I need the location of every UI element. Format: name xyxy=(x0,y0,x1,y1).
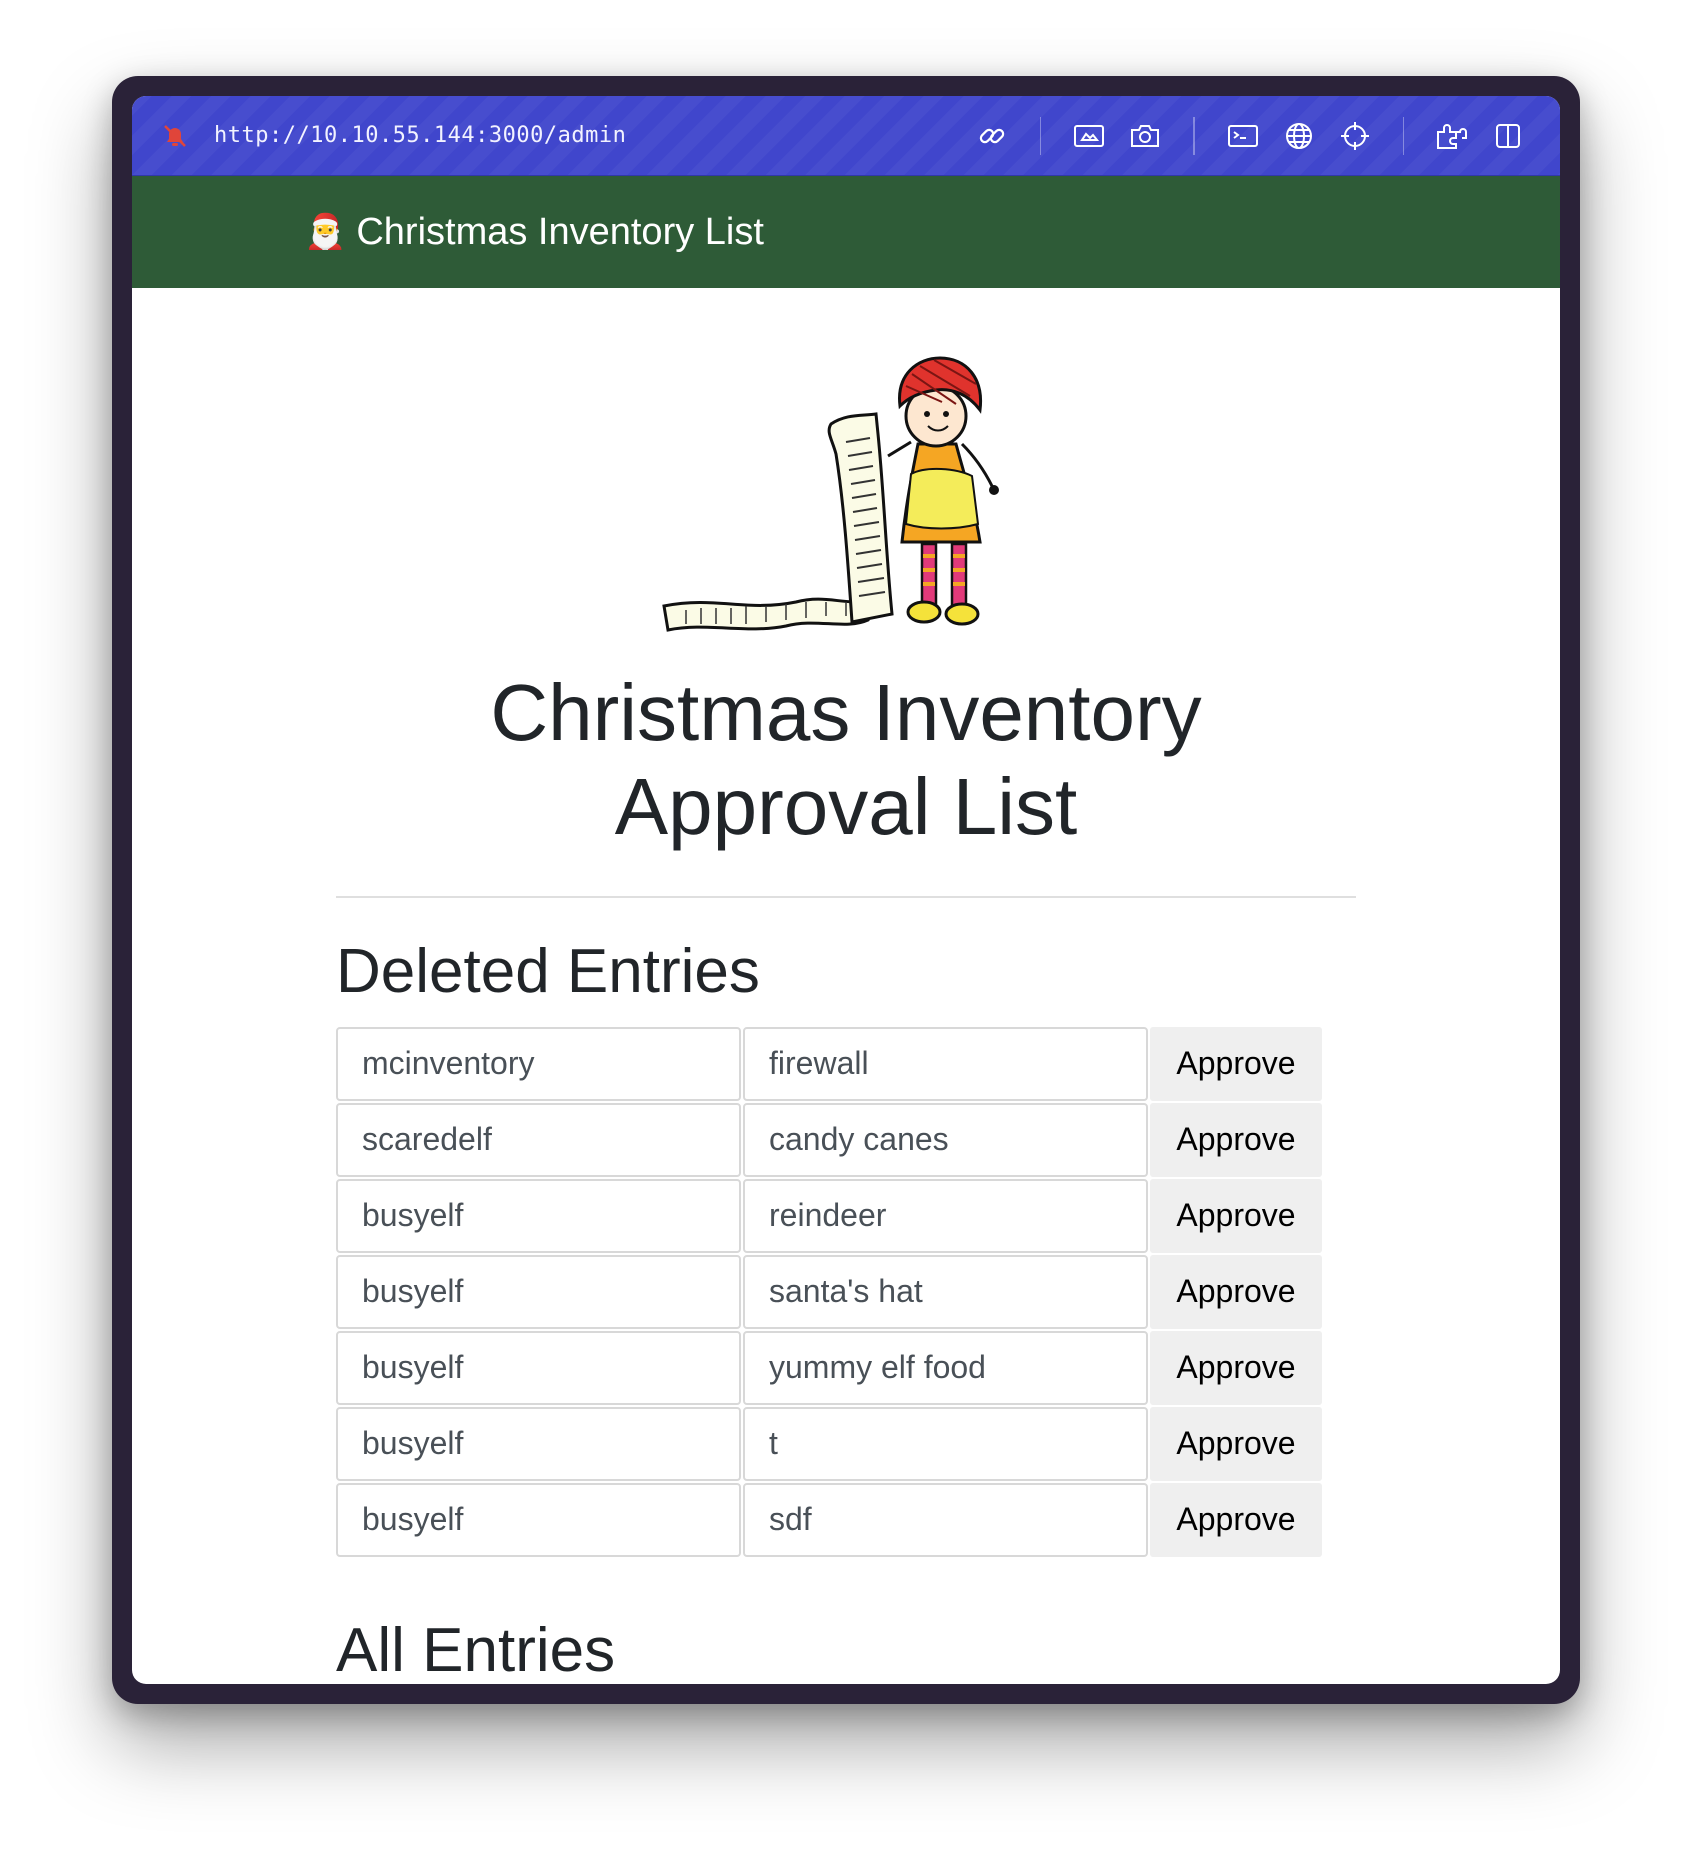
entry-user-field[interactable]: busyelf xyxy=(336,1254,741,1329)
entry-item-field[interactable]: candy canes xyxy=(743,1102,1148,1177)
entry-row: busyelf santa's hat Approve xyxy=(336,1254,1322,1331)
toolbar-separator xyxy=(1193,116,1195,155)
entry-row: busyelf reindeer Approve xyxy=(336,1178,1322,1255)
image-icon[interactable] xyxy=(1071,118,1107,154)
hero xyxy=(132,288,1560,646)
main-content: Christmas Inventory Approval List Delete… xyxy=(132,288,1560,1684)
entry-item-field[interactable]: t xyxy=(743,1406,1148,1481)
approve-button[interactable]: Approve xyxy=(1150,1330,1322,1405)
navbar-brand[interactable]: Christmas Inventory List xyxy=(356,211,764,254)
extensions-icon[interactable] xyxy=(1434,118,1470,154)
entry-row: busyelf t Approve xyxy=(336,1406,1322,1483)
toolbar-separator xyxy=(1039,116,1041,155)
terminal-icon[interactable] xyxy=(1225,118,1261,154)
entry-user-field[interactable]: scaredelf xyxy=(336,1102,741,1177)
browser-window: http://10.10.55.144:3000/admin 🎅 Christm… xyxy=(132,96,1560,1684)
entry-row: busyelf sdf Approve xyxy=(336,1482,1322,1559)
entry-row: mcinventory firewall Approve xyxy=(336,1026,1322,1103)
url-text[interactable]: http://10.10.55.144:3000/admin xyxy=(214,123,964,148)
page-title-line-1: Christmas Inventory xyxy=(490,668,1202,757)
elf-with-list-illustration xyxy=(662,356,999,632)
entry-user-field[interactable]: busyelf xyxy=(336,1330,741,1405)
all-entries-heading: All Entries xyxy=(336,1615,616,1685)
entry-user-field[interactable]: mcinventory xyxy=(336,1026,741,1101)
url-bar[interactable]: http://10.10.55.144:3000/admin xyxy=(132,96,1560,176)
deleted-entries-heading: Deleted Entries xyxy=(336,936,760,1006)
approve-button[interactable]: Approve xyxy=(1150,1482,1322,1557)
entry-user-field[interactable]: busyelf xyxy=(336,1482,741,1557)
santa-emoji-icon: 🎅 xyxy=(304,213,347,251)
globe-icon[interactable] xyxy=(1281,118,1317,154)
no-bell-icon[interactable] xyxy=(160,121,190,151)
entry-user-field[interactable]: busyelf xyxy=(336,1178,741,1253)
approve-button[interactable]: Approve xyxy=(1150,1406,1322,1481)
approve-button[interactable]: Approve xyxy=(1150,1254,1322,1329)
entry-user-field[interactable]: busyelf xyxy=(336,1406,741,1481)
approve-button[interactable]: Approve xyxy=(1150,1178,1322,1253)
toolbar-separator xyxy=(1402,116,1404,155)
sidebar-icon[interactable] xyxy=(1490,118,1526,154)
camera-icon[interactable] xyxy=(1127,118,1163,154)
site-navbar: 🎅 Christmas Inventory List xyxy=(132,176,1560,288)
page-title-line-2: Approval List xyxy=(614,762,1078,851)
crosshair-icon[interactable] xyxy=(1337,118,1373,154)
page-title: Christmas Inventory Approval List xyxy=(132,666,1560,854)
approve-button[interactable]: Approve xyxy=(1150,1102,1322,1177)
approve-button[interactable]: Approve xyxy=(1150,1026,1322,1101)
entry-item-field[interactable]: santa's hat xyxy=(743,1254,1148,1329)
entry-row: scaredelf candy canes Approve xyxy=(336,1102,1322,1179)
link-icon[interactable] xyxy=(974,118,1010,154)
entry-item-field[interactable]: yummy elf food xyxy=(743,1330,1148,1405)
entry-row: busyelf yummy elf food Approve xyxy=(336,1330,1322,1407)
divider xyxy=(336,896,1356,898)
entry-item-field[interactable]: reindeer xyxy=(743,1178,1148,1253)
entry-item-field[interactable]: firewall xyxy=(743,1026,1148,1101)
entry-item-field[interactable]: sdf xyxy=(743,1482,1148,1557)
deleted-entries-list: mcinventory firewall Approve scaredelf c… xyxy=(336,1026,1322,1559)
